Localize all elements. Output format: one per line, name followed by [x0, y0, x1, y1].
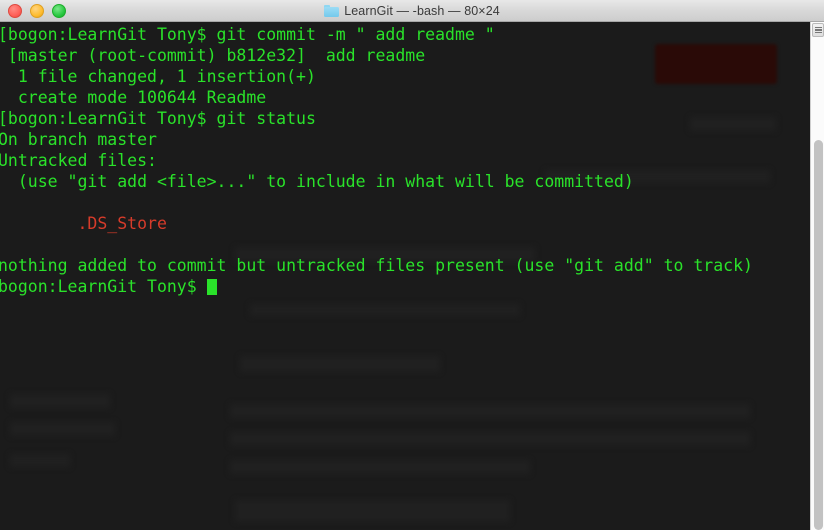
terminal-line: [master (root-commit) b812e32] add readm… [0, 46, 426, 65]
close-button[interactable] [8, 3, 22, 18]
vertical-scrollbar[interactable] [810, 22, 824, 530]
zoom-button[interactable] [52, 3, 66, 18]
terminal-line: (use "git add <file>..." to include in w… [0, 172, 634, 191]
terminal-window: LearnGit — -bash — 80×24 [bogon:LearnGit… [0, 0, 824, 530]
minimize-button[interactable] [30, 3, 44, 18]
window-title: LearnGit — -bash — 80×24 [344, 3, 500, 18]
terminal-screen[interactable]: [bogon:LearnGit Tony$ git commit -m " ad… [0, 22, 810, 530]
terminal-line: [bogon:LearnGit Tony$ git commit -m " ad… [0, 25, 495, 44]
terminal-line: Untracked files: [0, 151, 157, 170]
prompt-text: bogon:LearnGit Tony$ [0, 277, 207, 296]
terminal-line: 1 file changed, 1 insertion(+) [0, 67, 316, 86]
scroll-menu-button[interactable] [812, 23, 824, 37]
terminal-body[interactable]: [bogon:LearnGit Tony$ git commit -m " ad… [0, 22, 824, 530]
terminal-line: [bogon:LearnGit Tony$ git status [0, 109, 316, 128]
window-title-group: LearnGit — -bash — 80×24 [0, 0, 824, 21]
terminal-line: nothing added to commit but untracked fi… [0, 256, 753, 275]
terminal-line: create mode 100644 Readme [0, 88, 267, 107]
folder-icon [324, 4, 340, 17]
terminal-line: On branch master [0, 130, 157, 149]
scrollbar-thumb[interactable] [814, 140, 823, 530]
terminal-line-untracked-file: .DS_Store [0, 214, 167, 233]
text-cursor [206, 279, 217, 295]
terminal-prompt-line: bogon:LearnGit Tony$ [0, 276, 810, 297]
window-titlebar[interactable]: LearnGit — -bash — 80×24 [0, 0, 824, 22]
window-controls [0, 3, 66, 18]
